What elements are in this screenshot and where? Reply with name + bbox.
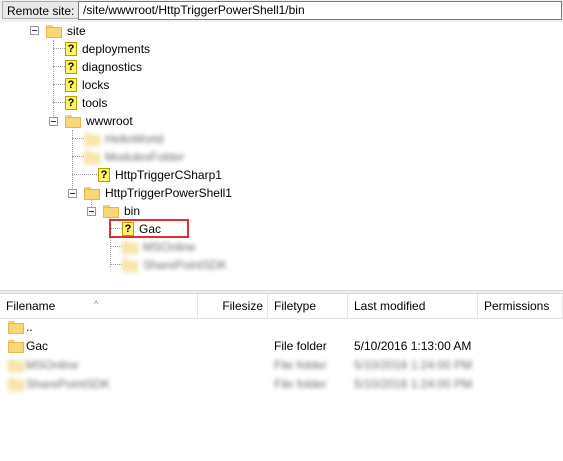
file-modified: 5/10/2016 1:24:00 PM xyxy=(354,358,473,372)
tree-item-httptriggercsharp1[interactable]: ? HttpTriggerCSharp1 xyxy=(98,166,222,184)
tree-guide-line xyxy=(72,138,84,139)
tree-guide-line xyxy=(72,174,97,175)
folder-icon xyxy=(84,132,100,146)
tree-item-tools[interactable]: ? tools xyxy=(65,94,107,112)
folder-icon xyxy=(8,378,24,397)
file-modified: 5/10/2016 1:13:00 AM xyxy=(354,339,472,353)
tree-item-label: bin xyxy=(124,204,141,218)
folder-icon xyxy=(103,204,119,218)
unknown-folder-icon: ? xyxy=(65,42,77,56)
tree-item-label: MSOnline xyxy=(143,240,196,254)
tree-item-label: ModulesFolder xyxy=(105,150,185,164)
column-header-filename[interactable]: Filename ^ xyxy=(0,294,198,318)
remote-site-label: Remote site: xyxy=(2,1,80,19)
tree-item-blurred[interactable]: ModulesFolder xyxy=(84,148,184,166)
column-header-permissions[interactable]: Permissions xyxy=(478,294,563,318)
folder-icon xyxy=(65,114,81,128)
unknown-folder-icon: ? xyxy=(65,78,77,92)
file-row-gac[interactable]: Gac File folder 5/10/2016 1:13:00 AM xyxy=(0,337,563,356)
remote-path-input[interactable]: /site/wwwroot/HttpTriggerPowerShell1/bin xyxy=(78,1,562,20)
file-type: File folder xyxy=(274,339,327,353)
tree-item-label: diagnostics xyxy=(82,60,143,74)
collapse-bin-icon[interactable] xyxy=(87,207,96,216)
tree-item-diagnostics[interactable]: ? diagnostics xyxy=(65,58,142,76)
tree-guide-line xyxy=(53,40,54,126)
folder-icon xyxy=(122,240,138,254)
file-name: SharePointSDK xyxy=(26,377,111,391)
column-header-last-modified[interactable]: Last modified xyxy=(348,294,478,318)
tree-item-blurred[interactable]: HelloWorld xyxy=(84,130,163,148)
tree-item-site[interactable]: site xyxy=(46,22,86,40)
file-type: File folder xyxy=(274,377,327,391)
tree-guide-line xyxy=(72,130,73,194)
file-name: .. xyxy=(26,320,33,334)
tree-item-label: HttpTriggerCSharp1 xyxy=(115,168,222,182)
tree-item-bin[interactable]: bin xyxy=(103,202,140,220)
tree-item-label: wwwroot xyxy=(86,114,133,128)
tree-item-blurred[interactable]: SharePointSDK xyxy=(122,256,227,274)
tree-guide-line xyxy=(110,246,122,247)
collapse-site-icon[interactable] xyxy=(30,26,39,35)
tree-item-label: HelloWorld xyxy=(105,132,164,146)
collapse-httptriggerpowershell1-icon[interactable] xyxy=(68,189,77,198)
file-modified: 5/10/2016 1:24:00 PM xyxy=(354,377,473,391)
tree-item-deployments[interactable]: ? deployments xyxy=(65,40,150,58)
collapse-wwwroot-icon[interactable] xyxy=(49,117,58,126)
tree-item-httptriggerpowershell1[interactable]: HttpTriggerPowerShell1 xyxy=(84,184,232,202)
file-row-blurred[interactable]: MSOnline File folder 5/10/2016 1:24:00 P… xyxy=(0,356,563,375)
folder-icon xyxy=(84,186,100,200)
tree-guide-line xyxy=(53,66,65,67)
tree-guide-line xyxy=(53,48,65,49)
tree-guide-line xyxy=(53,102,65,103)
folder-icon xyxy=(46,24,62,38)
folder-icon xyxy=(84,150,100,164)
unknown-folder-icon: ? xyxy=(65,96,77,110)
tree-item-locks[interactable]: ? locks xyxy=(65,76,109,94)
tree-item-blurred[interactable]: MSOnline xyxy=(122,238,196,256)
tree-item-label: HttpTriggerPowerShell1 xyxy=(105,186,232,200)
file-name: MSOnline xyxy=(26,358,79,372)
tree-item-label: tools xyxy=(82,96,108,110)
file-row-parent[interactable]: .. xyxy=(0,318,563,337)
unknown-folder-icon: ? xyxy=(98,168,110,182)
column-label: Filename xyxy=(6,299,56,313)
file-name: Gac xyxy=(26,339,49,353)
tree-item-wwwroot[interactable]: wwwroot xyxy=(65,112,133,130)
file-list[interactable]: Filename ^ Filesize Filetype Last modifi… xyxy=(0,294,563,461)
folder-icon xyxy=(122,258,138,272)
gac-highlight-box xyxy=(109,219,189,238)
tree-guide-line xyxy=(72,156,84,157)
tree-item-label: deployments xyxy=(82,42,151,56)
sort-ascending-icon: ^ xyxy=(94,299,99,309)
tree-guide-line xyxy=(53,84,65,85)
column-header-filesize[interactable]: Filesize xyxy=(198,294,268,318)
remote-site-bar: Remote site: /site/wwwroot/HttpTriggerPo… xyxy=(0,0,563,22)
file-type: File folder xyxy=(274,358,327,372)
file-row-blurred[interactable]: SharePointSDK File folder 5/10/2016 1:24… xyxy=(0,375,563,394)
tree-item-label: SharePointSDK xyxy=(143,258,228,272)
unknown-folder-icon: ? xyxy=(65,60,77,74)
remote-directory-tree[interactable]: site ? deployments ? diagnostics ? locks… xyxy=(0,22,563,290)
tree-item-label: site xyxy=(67,24,86,38)
column-header-filetype[interactable]: Filetype xyxy=(268,294,348,318)
tree-guide-line xyxy=(110,264,122,265)
tree-item-label: locks xyxy=(82,78,110,92)
file-list-header: Filename ^ Filesize Filetype Last modifi… xyxy=(0,294,563,319)
